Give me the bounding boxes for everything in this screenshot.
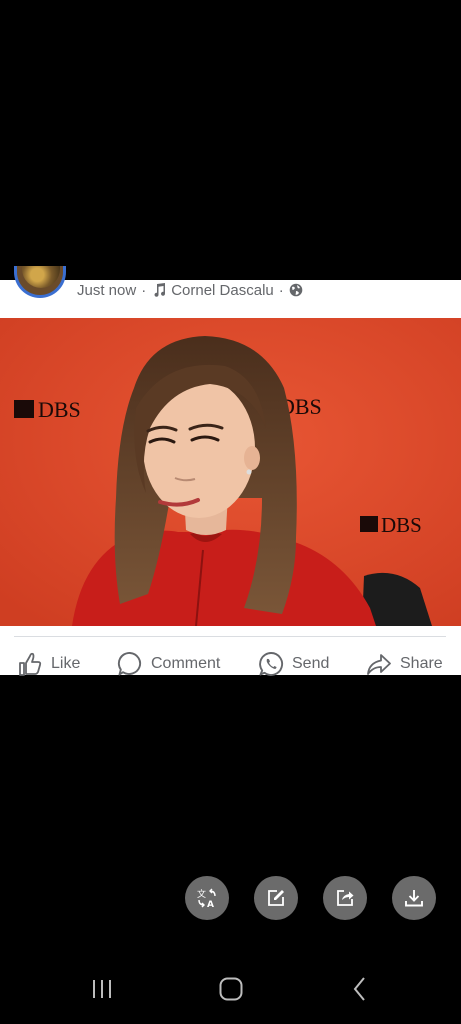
like-button[interactable]: Like [17,651,80,676]
share-icon [337,890,354,906]
send-button[interactable]: Send [258,651,329,676]
separator: · [141,281,147,299]
translate-icon: 文 A [197,888,216,909]
like-label: Like [51,655,81,672]
post-header: Just now · Cornel Dascalu · [0,266,461,318]
svg-text:DBS: DBS [381,513,422,537]
timestamp: Just now [77,281,137,299]
share-image-button[interactable] [323,876,367,920]
share-button[interactable]: Share [366,651,443,676]
recents-button[interactable] [87,976,117,1002]
download-icon [405,890,423,907]
back-button[interactable] [345,976,375,1002]
send-label: Send [292,655,330,672]
edit-button[interactable] [254,876,298,920]
download-button[interactable] [392,876,436,920]
globe-icon [289,283,303,297]
post-photo[interactable]: DBS DBS DBS [0,318,461,626]
home-button[interactable] [216,976,246,1002]
post-actions: Like Comment Send Share [0,650,461,676]
comment-icon [117,652,142,676]
svg-text:DBS: DBS [38,397,81,422]
post-meta: Just now · Cornel Dascalu · [77,280,303,300]
translate-button[interactable]: 文 A [185,876,229,920]
facebook-post: Just now · Cornel Dascalu · DBS DBS DBS … [0,266,461,676]
music-artist[interactable]: Cornel Dascalu [171,282,274,299]
home-icon [219,977,243,1001]
comment-label: Comment [151,655,221,672]
thumbs-up-icon [19,652,42,676]
whatsapp-icon [259,652,284,676]
svg-text:文: 文 [197,888,206,900]
system-navigation-bar [0,958,461,1024]
divider [14,636,446,637]
edit-icon [268,890,284,906]
back-icon [353,977,365,1001]
separator: · [278,281,284,299]
comment-button[interactable]: Comment [117,651,220,676]
share-label: Share [400,655,443,672]
recents-icon [93,980,111,998]
music-note-icon [154,283,166,297]
svg-text:A: A [207,900,214,909]
share-arrow-icon [367,654,391,675]
avatar[interactable] [14,266,66,298]
